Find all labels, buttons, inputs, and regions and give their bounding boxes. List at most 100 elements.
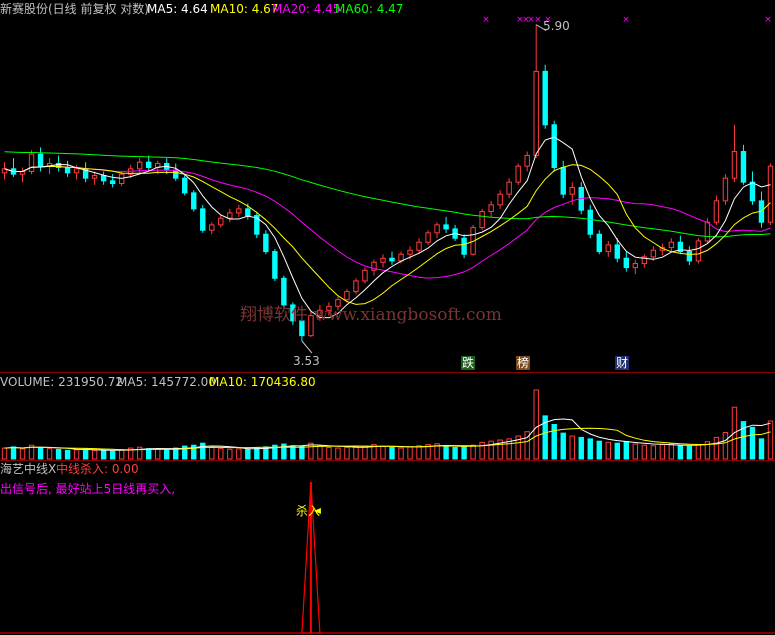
volume-bar bbox=[551, 424, 557, 460]
volume-bar bbox=[407, 446, 413, 460]
volume-bar bbox=[623, 441, 630, 460]
volume-bar bbox=[632, 443, 639, 460]
event-marker: × bbox=[534, 15, 542, 25]
ma10-line bbox=[4, 164, 771, 305]
candle-body bbox=[614, 244, 620, 259]
volume-bar bbox=[91, 449, 98, 460]
volume-bar bbox=[569, 435, 575, 460]
volume-bar bbox=[641, 444, 648, 460]
volume-bar bbox=[659, 444, 666, 460]
indicator-pane-separator bbox=[0, 460, 775, 461]
volume-bar bbox=[353, 446, 359, 460]
volume-bar bbox=[362, 445, 368, 460]
volume-bar bbox=[533, 389, 539, 460]
candle-body bbox=[524, 154, 530, 167]
candle-body bbox=[245, 208, 251, 217]
volume-bar bbox=[82, 448, 89, 460]
volume-bar bbox=[10, 446, 17, 460]
candle-body bbox=[209, 224, 215, 231]
volume-bar bbox=[317, 445, 323, 460]
volume-bar bbox=[19, 448, 26, 460]
candle-body bbox=[560, 166, 566, 195]
candle-body bbox=[731, 150, 738, 179]
indicator-name: 海艺中线X bbox=[0, 462, 57, 476]
candle-body bbox=[91, 174, 98, 179]
volume-bar bbox=[686, 445, 693, 460]
candle-body bbox=[722, 177, 729, 202]
volume-bar bbox=[64, 449, 71, 460]
candle-body bbox=[136, 161, 143, 170]
candle-body bbox=[533, 70, 539, 156]
event-marker: × bbox=[764, 15, 772, 25]
candle-body bbox=[515, 165, 521, 183]
volume-bar bbox=[479, 441, 485, 460]
volume-bar bbox=[118, 449, 125, 460]
volume-bar bbox=[677, 445, 684, 460]
candle-body bbox=[713, 200, 720, 223]
candle-body bbox=[551, 124, 557, 168]
candle-body bbox=[506, 181, 512, 195]
candle-body bbox=[362, 269, 368, 282]
volume-bar bbox=[155, 448, 161, 460]
ma60-legend: MA60: 4.47 bbox=[335, 2, 404, 16]
volume-bar bbox=[560, 432, 566, 460]
volume-ma5-legend: MA5: 145772.00 bbox=[117, 375, 216, 389]
candle-body bbox=[218, 217, 224, 226]
candle-body bbox=[497, 193, 503, 206]
candle-body bbox=[398, 253, 404, 262]
candle-body bbox=[668, 241, 675, 249]
candle-body bbox=[650, 249, 657, 258]
candle-body bbox=[227, 212, 233, 219]
candle-body bbox=[686, 251, 693, 262]
candle-body bbox=[353, 280, 359, 293]
badge-finance[interactable]: 财 bbox=[615, 356, 630, 370]
volume-bar bbox=[109, 450, 116, 460]
badge-drop[interactable]: 跌 bbox=[461, 356, 476, 370]
candle-body bbox=[200, 208, 206, 231]
low-price-marker bbox=[301, 340, 313, 354]
volume-bar bbox=[236, 448, 242, 460]
candle-body bbox=[749, 181, 756, 202]
volume-bar bbox=[668, 443, 675, 460]
stock-title: 新赛股份(日线 前复权 对数) bbox=[0, 2, 149, 16]
volume-legend: VOLUME: 231950.72 bbox=[0, 375, 123, 389]
volume-bar bbox=[650, 445, 657, 460]
volume-bar bbox=[227, 448, 233, 460]
candle-body bbox=[479, 211, 485, 229]
ma10-legend: MA10: 4.67 bbox=[210, 2, 279, 16]
candle-body bbox=[28, 153, 35, 172]
event-marker: × bbox=[622, 15, 630, 25]
candle-body bbox=[416, 241, 422, 251]
candle-body bbox=[632, 263, 639, 269]
candle-body bbox=[407, 249, 413, 255]
volume-bar bbox=[200, 442, 206, 460]
candle-body bbox=[389, 257, 395, 262]
candle-body bbox=[145, 161, 152, 168]
volume-bar bbox=[614, 442, 620, 460]
indicator-note: 出信号后, 最好站上5日线再买入, bbox=[0, 482, 176, 496]
volume-bar bbox=[749, 426, 756, 460]
candle-body bbox=[623, 257, 630, 269]
candle-body bbox=[542, 70, 548, 126]
volume-bar bbox=[308, 442, 314, 460]
candle-body bbox=[191, 192, 197, 210]
candle-body bbox=[182, 177, 188, 194]
candle-body bbox=[344, 291, 350, 301]
candle-body bbox=[596, 233, 602, 253]
volume-bar bbox=[380, 445, 386, 460]
volume-bar bbox=[398, 447, 404, 460]
candle-body bbox=[37, 153, 44, 167]
candle-body bbox=[236, 208, 242, 214]
candle-body bbox=[263, 233, 269, 253]
candle-body bbox=[704, 221, 711, 242]
badge-rank[interactable]: 榜 bbox=[516, 356, 531, 370]
candle-body bbox=[425, 232, 431, 243]
volume-bar bbox=[326, 447, 332, 460]
volume-bar bbox=[416, 445, 422, 460]
volume-bar bbox=[596, 440, 602, 460]
candle-body bbox=[767, 165, 774, 223]
high-price-label: 5.90 bbox=[543, 19, 570, 33]
candle-body bbox=[605, 244, 611, 253]
volume-bar bbox=[145, 448, 152, 460]
volume-bar bbox=[695, 444, 702, 460]
